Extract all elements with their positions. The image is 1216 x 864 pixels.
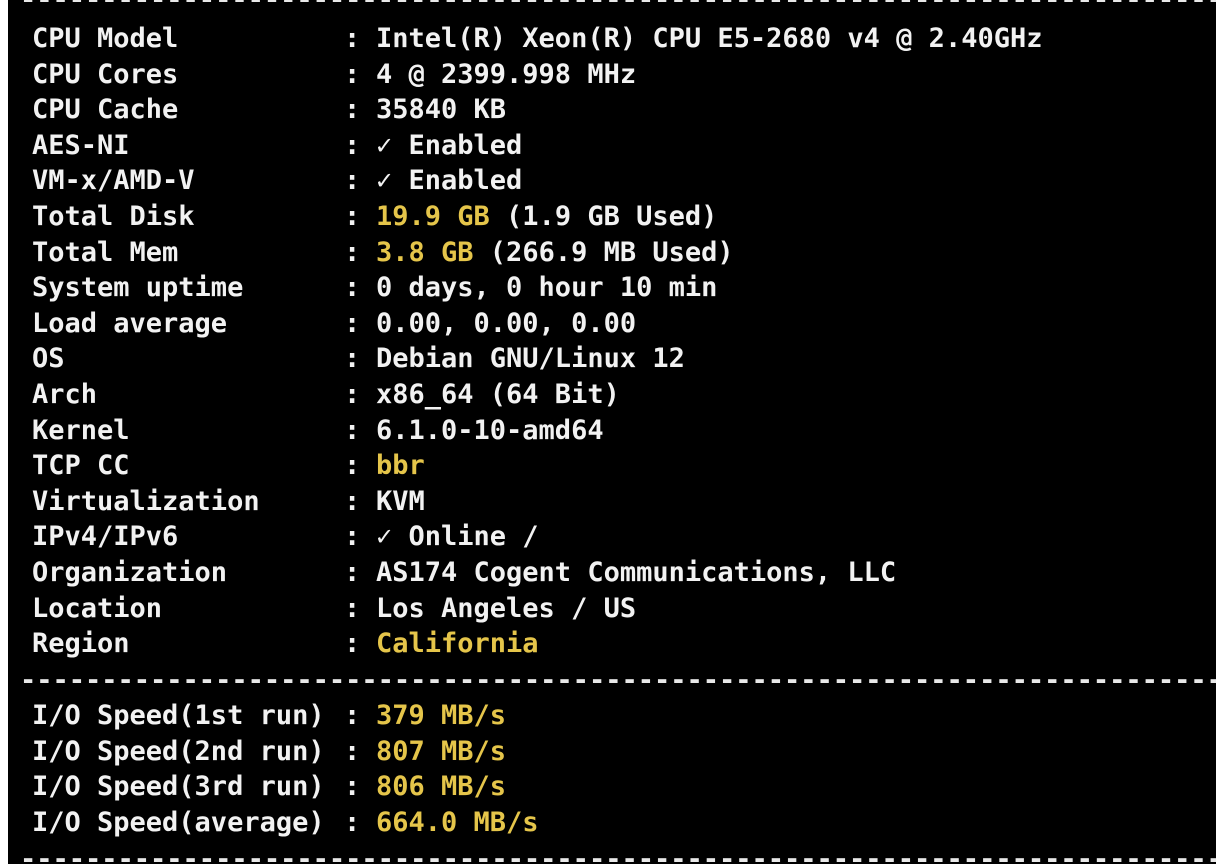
io-speed-row: I/O Speed(1st run):379 MB/s <box>32 698 506 734</box>
row-colon: : <box>344 521 361 553</box>
row-label: CPU Cores <box>32 58 179 90</box>
row-value-highlight: bbr <box>376 450 425 482</box>
row-colon: : <box>344 628 361 660</box>
row-value: AS174 Cogent Communications, LLC <box>376 557 897 588</box>
row-label: Virtualization <box>32 485 260 517</box>
info-row: AES-NI: ✓ Enabled <box>32 128 522 164</box>
row-colon: : <box>344 450 361 482</box>
row-colon: : <box>344 58 361 90</box>
row-value: Intel(R) Xeon(R) CPU E5-2680 v4 @ 2.40GH… <box>376 23 1043 54</box>
row-value-highlight: 379 MB/s <box>376 700 507 731</box>
row-label: Location <box>32 592 163 624</box>
row-label: CPU Cache <box>32 94 179 126</box>
info-row: Region: California <box>32 626 539 662</box>
row-colon: : <box>344 771 361 803</box>
row-value-highlight: 807 MB/s <box>376 735 507 767</box>
row-colon: : <box>344 806 361 838</box>
row-value: 35840 KB <box>376 94 507 126</box>
separator-line: ----------------------------------------… <box>20 0 1216 18</box>
info-row: Total Mem:3.8 GB (266.9 MB Used) <box>32 235 734 271</box>
info-row: System uptime:0 days, 0 hour 10 min <box>32 270 717 306</box>
row-colon: : <box>344 414 361 446</box>
row-label: AES-NI <box>32 129 130 161</box>
row-label: I/O Speed(average) <box>32 806 325 838</box>
info-row: Kernel:6.1.0-10-amd64 <box>32 413 604 449</box>
row-colon: : <box>344 700 361 731</box>
row-value: 0 days, 0 hour 10 min <box>376 272 718 304</box>
row-label: Total Disk <box>32 201 195 232</box>
row-value: 4 @ 2399.998 MHz <box>376 58 637 90</box>
info-row: Arch: x86_64 (64 Bit) <box>32 377 620 413</box>
info-row: CPU Model: Intel(R) Xeon(R) CPU E5-2680 v… <box>32 21 1042 57</box>
info-row: Total Disk:19.9 GB (1.9 GB Used) <box>32 199 717 235</box>
row-label: Kernel <box>32 414 130 446</box>
row-value-detail: (1.9 GB Used) <box>489 201 718 232</box>
row-value: ✓ Online / <box>376 521 539 553</box>
row-label: Load average <box>32 307 228 339</box>
info-row: Load average:0.00, 0.00, 0.00 <box>32 306 636 342</box>
row-label: Organization <box>32 557 228 588</box>
row-colon: : <box>344 557 361 588</box>
separator-line: ----------------------------------------… <box>20 844 1216 864</box>
info-row: Virtualization: KVM <box>32 484 425 520</box>
info-row: OS: Debian GNU/Linux 12 <box>32 341 685 377</box>
row-colon: : <box>344 592 361 624</box>
row-value: Debian GNU/Linux 12 <box>376 343 685 375</box>
info-row: Location: Los Angeles / US <box>32 591 636 627</box>
io-speed-row: I/O Speed(3rd run):806 MB/s <box>32 769 506 805</box>
row-label: IPv4/IPv6 <box>32 521 179 553</box>
row-value-highlight: 806 MB/s <box>376 771 507 803</box>
row-value: ✓ Enabled <box>376 129 523 161</box>
row-colon: : <box>344 379 361 410</box>
row-value: KVM <box>376 485 425 517</box>
row-value: x86_64 (64 Bit) <box>376 379 620 410</box>
info-row: IPv4/IPv6: ✓ Online / <box>32 519 539 555</box>
row-label: VM-x/AMD-V <box>32 165 195 197</box>
row-colon: : <box>344 236 361 268</box>
info-row: VM-x/AMD-V: ✓ Enabled <box>32 163 522 199</box>
row-label: I/O Speed(1st run) <box>32 700 325 731</box>
info-row: TCP CC: bbr <box>32 448 425 484</box>
terminal-window[interactable]: ----------------------------------------… <box>8 0 1216 864</box>
row-colon: : <box>344 165 361 197</box>
row-value: Los Angeles / US <box>376 592 637 624</box>
row-label: Arch <box>32 379 98 410</box>
row-colon: : <box>344 129 361 161</box>
row-label: TCP CC <box>32 450 130 482</box>
row-label: CPU Model <box>32 23 179 54</box>
row-colon: : <box>344 735 361 767</box>
row-value: 0.00, 0.00, 0.00 <box>376 307 637 339</box>
row-label: I/O Speed(3rd run) <box>32 771 325 803</box>
row-colon: : <box>344 201 361 232</box>
row-value-detail: (266.9 MB Used) <box>473 236 734 268</box>
info-row: Organization: AS174 Cogent Communications… <box>32 555 896 591</box>
row-colon: : <box>344 485 361 517</box>
row-colon: : <box>344 94 361 126</box>
info-row: CPU Cores:4 @ 2399.998 MHz <box>32 57 636 93</box>
info-row: CPU Cache:35840 KB <box>32 92 506 128</box>
row-value: ✓ Enabled <box>376 165 523 197</box>
io-speed-row: I/O Speed(average):664.0 MB/s <box>32 805 539 841</box>
row-value-highlight: 664.0 MB/s <box>376 806 539 838</box>
row-colon: : <box>344 343 361 375</box>
io-speed-row: I/O Speed(2nd run):807 MB/s <box>32 734 506 770</box>
row-label: I/O Speed(2nd run) <box>32 735 325 767</box>
row-value-highlight: 19.9 GB <box>376 201 490 232</box>
separator-line: ----------------------------------------… <box>20 665 1216 696</box>
row-colon: : <box>344 307 361 339</box>
row-colon: : <box>344 272 361 304</box>
row-label: Region <box>32 628 130 660</box>
row-label: OS <box>32 343 65 375</box>
row-colon: : <box>344 23 361 54</box>
row-label: System uptime <box>32 272 244 304</box>
row-value-highlight: 3.8 GB <box>376 236 474 268</box>
row-label: Total Mem <box>32 236 179 268</box>
row-value-highlight: California <box>376 628 539 660</box>
row-value: 6.1.0-10-amd64 <box>376 414 604 446</box>
